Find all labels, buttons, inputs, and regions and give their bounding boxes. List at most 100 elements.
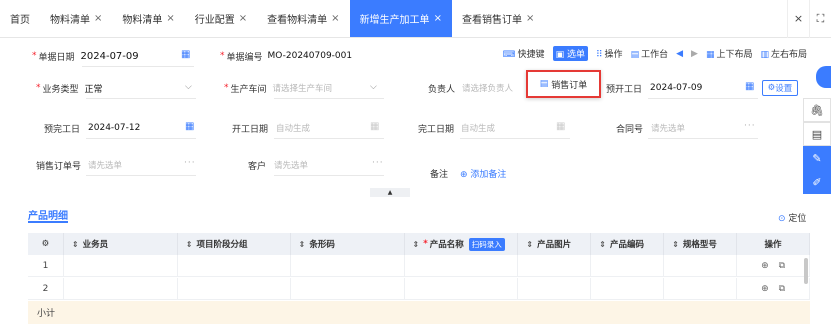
tab-view-bom[interactable]: 查看物料清单 × — [257, 0, 349, 37]
toolbar: ⌨ 快捷键 ▣ 选单 ⠿ 操作 ▤ 工作台 ◀ ▶ ▦ 上下布局 ▥ 左右布局 — [503, 46, 807, 61]
column-header[interactable]: ⇕ 项目阶段分组 — [178, 233, 291, 255]
layout-vertical-button[interactable]: ▦ 上下布局 — [706, 47, 753, 60]
note-icon[interactable]: ▤ — [803, 122, 831, 146]
sales-order-popup[interactable]: ▤ 销售订单 — [526, 70, 601, 98]
doc-date-field: * 单据日期 2024-07-09 — [32, 46, 139, 66]
contract-input[interactable]: 请先选单 — [651, 122, 685, 134]
more-icon[interactable]: ··· — [744, 121, 756, 131]
operation-button[interactable]: ⠿ 操作 — [596, 47, 623, 60]
attachment-icon[interactable]: 🖇 — [803, 98, 831, 122]
vertical-scrollbar[interactable] — [804, 258, 808, 284]
column-header[interactable]: ⇕ 产品图片 — [518, 233, 592, 255]
next-arrow-icon[interactable]: ▶ — [691, 49, 698, 59]
scan-entry-button[interactable]: 扫码录入 — [468, 237, 505, 251]
tab-label: 查看销售订单 — [461, 15, 522, 26]
table-cell[interactable] — [291, 278, 405, 300]
grid-icon: ⠿ — [595, 50, 603, 60]
copy-icon[interactable]: ⧉ — [779, 261, 785, 271]
tab-bom-2[interactable]: 物料清单 × — [112, 0, 184, 37]
finish-date-field: 完工日期 自动生成 — [418, 118, 495, 138]
biz-type-label: 业务类型 — [42, 84, 79, 95]
calendar-icon[interactable]: ▦ — [185, 121, 194, 132]
close-icon[interactable]: × — [239, 13, 247, 24]
chevron-down-icon[interactable]: ⌵ — [370, 82, 377, 92]
select-icon: ▣ — [555, 50, 567, 60]
add-remark-button[interactable]: ⊕ 添加备注 — [460, 167, 506, 180]
column-header[interactable]: ⇕ 业务员 — [64, 233, 178, 255]
table-cell[interactable] — [64, 278, 178, 300]
owner-field: 负责人 请选择负责人 — [428, 78, 513, 98]
start-date-label: 开工日期 — [232, 124, 269, 135]
more-icon[interactable]: ··· — [372, 158, 384, 168]
workbench-button[interactable]: ▤ 工作台 — [631, 47, 669, 60]
calendar-icon[interactable]: ▦ — [370, 121, 379, 132]
tab-bom-1[interactable]: 物料清单 × — [40, 0, 112, 37]
tab-label: 首页 — [10, 15, 30, 26]
tab-industry-config[interactable]: 行业配置 × — [185, 0, 257, 37]
more-icon[interactable]: ··· — [184, 158, 196, 168]
table-cell[interactable] — [664, 255, 738, 277]
calendar-icon[interactable]: ▦ — [556, 121, 565, 132]
close-icon[interactable]: × — [94, 13, 102, 24]
contract-field: 合同号 请先选单 — [616, 118, 685, 138]
shortcut-button[interactable]: ⌨ 快捷键 — [503, 47, 545, 60]
table-cell[interactable] — [178, 278, 291, 300]
table-cell[interactable] — [405, 278, 519, 300]
copy-icon[interactable]: ⧉ — [779, 284, 785, 294]
column-header[interactable]: ⇕ * 产品名称 扫码录入 — [405, 233, 519, 255]
tab-view-sales-order[interactable]: 查看销售订单 × — [452, 0, 544, 37]
tab-home[interactable]: 首页 — [0, 0, 40, 37]
assistant-bubble[interactable] — [816, 66, 831, 88]
biz-type-select[interactable]: 正常 — [85, 82, 103, 95]
table-cell[interactable] — [64, 255, 178, 277]
layout-icon: ▦ — [705, 50, 715, 60]
tab-bar: 首页 物料清单 × 物料清单 × 行业配置 × 查看物料清单 × 新增生产加工单 × 查看… — [0, 0, 831, 38]
close-icon[interactable]: × — [166, 13, 174, 24]
layout-horizontal-button[interactable]: ▥ 左右布局 — [760, 47, 807, 60]
plan-start-label: 预开工日 — [606, 84, 643, 95]
doc-no-label: 单据编号 — [226, 52, 263, 63]
column-header[interactable]: ⇕ 条形码 — [291, 233, 405, 255]
locate-button[interactable]: ⊙ 定位 — [778, 211, 806, 224]
sort-icon: ⇕ — [672, 239, 679, 249]
table-cell[interactable] — [518, 278, 592, 300]
doc-date-value[interactable]: 2024-07-09 — [81, 51, 139, 62]
select-order-button[interactable]: ▣ 选单 — [552, 46, 588, 61]
plan-finish-value[interactable]: 2024-07-12 — [88, 123, 140, 133]
collapse-toggle[interactable]: ▲ — [370, 188, 410, 197]
close-icon[interactable]: × — [787, 0, 809, 38]
close-icon[interactable]: × — [526, 13, 534, 24]
owner-select[interactable]: 请选择负责人 — [462, 82, 513, 94]
finish-date-input[interactable]: 自动生成 — [461, 122, 495, 134]
calendar-icon[interactable]: ▦ — [745, 81, 754, 92]
prev-arrow-icon[interactable]: ◀ — [676, 49, 683, 59]
start-date-input[interactable]: 自动生成 — [276, 122, 310, 134]
table-cell[interactable] — [405, 255, 519, 277]
tool-icon[interactable]: ✎ — [803, 146, 831, 170]
table-cell[interactable] — [518, 255, 592, 277]
sales-order-option[interactable]: 销售订单 — [551, 78, 587, 91]
workbench-icon: ▤ — [630, 50, 640, 60]
close-icon[interactable]: × — [434, 13, 442, 24]
column-header[interactable]: ⇕ 产品编码 — [591, 233, 665, 255]
plan-start-value[interactable]: 2024-07-09 — [650, 83, 702, 93]
close-icon[interactable]: × — [331, 13, 339, 24]
add-row-icon[interactable]: ⊕ — [761, 284, 769, 294]
fullscreen-icon[interactable]: ⛶ — [809, 0, 831, 38]
tool-alt-icon[interactable]: ✐ — [803, 170, 831, 194]
column-header[interactable]: ⇕ 规格型号 — [664, 233, 738, 255]
sales-order-no-input[interactable]: 请先选单 — [88, 159, 122, 171]
chevron-down-icon[interactable]: ⌵ — [185, 82, 192, 92]
table-cell[interactable] — [178, 255, 291, 277]
table-cell[interactable] — [591, 255, 665, 277]
table-cell[interactable] — [591, 278, 665, 300]
workshop-select[interactable]: 请选择生产车间 — [273, 82, 333, 94]
table-cell[interactable] — [291, 255, 405, 277]
add-row-icon[interactable]: ⊕ — [761, 261, 769, 271]
table-cell[interactable] — [664, 278, 738, 300]
column-settings-icon[interactable]: ⚙ — [28, 233, 64, 255]
customer-input[interactable]: 请先选单 — [274, 159, 308, 171]
tab-new-production-order[interactable]: 新增生产加工单 × — [349, 0, 452, 37]
settings-button[interactable]: ⚙ 设置 — [762, 80, 798, 96]
calendar-icon[interactable]: ▦ — [181, 49, 190, 60]
